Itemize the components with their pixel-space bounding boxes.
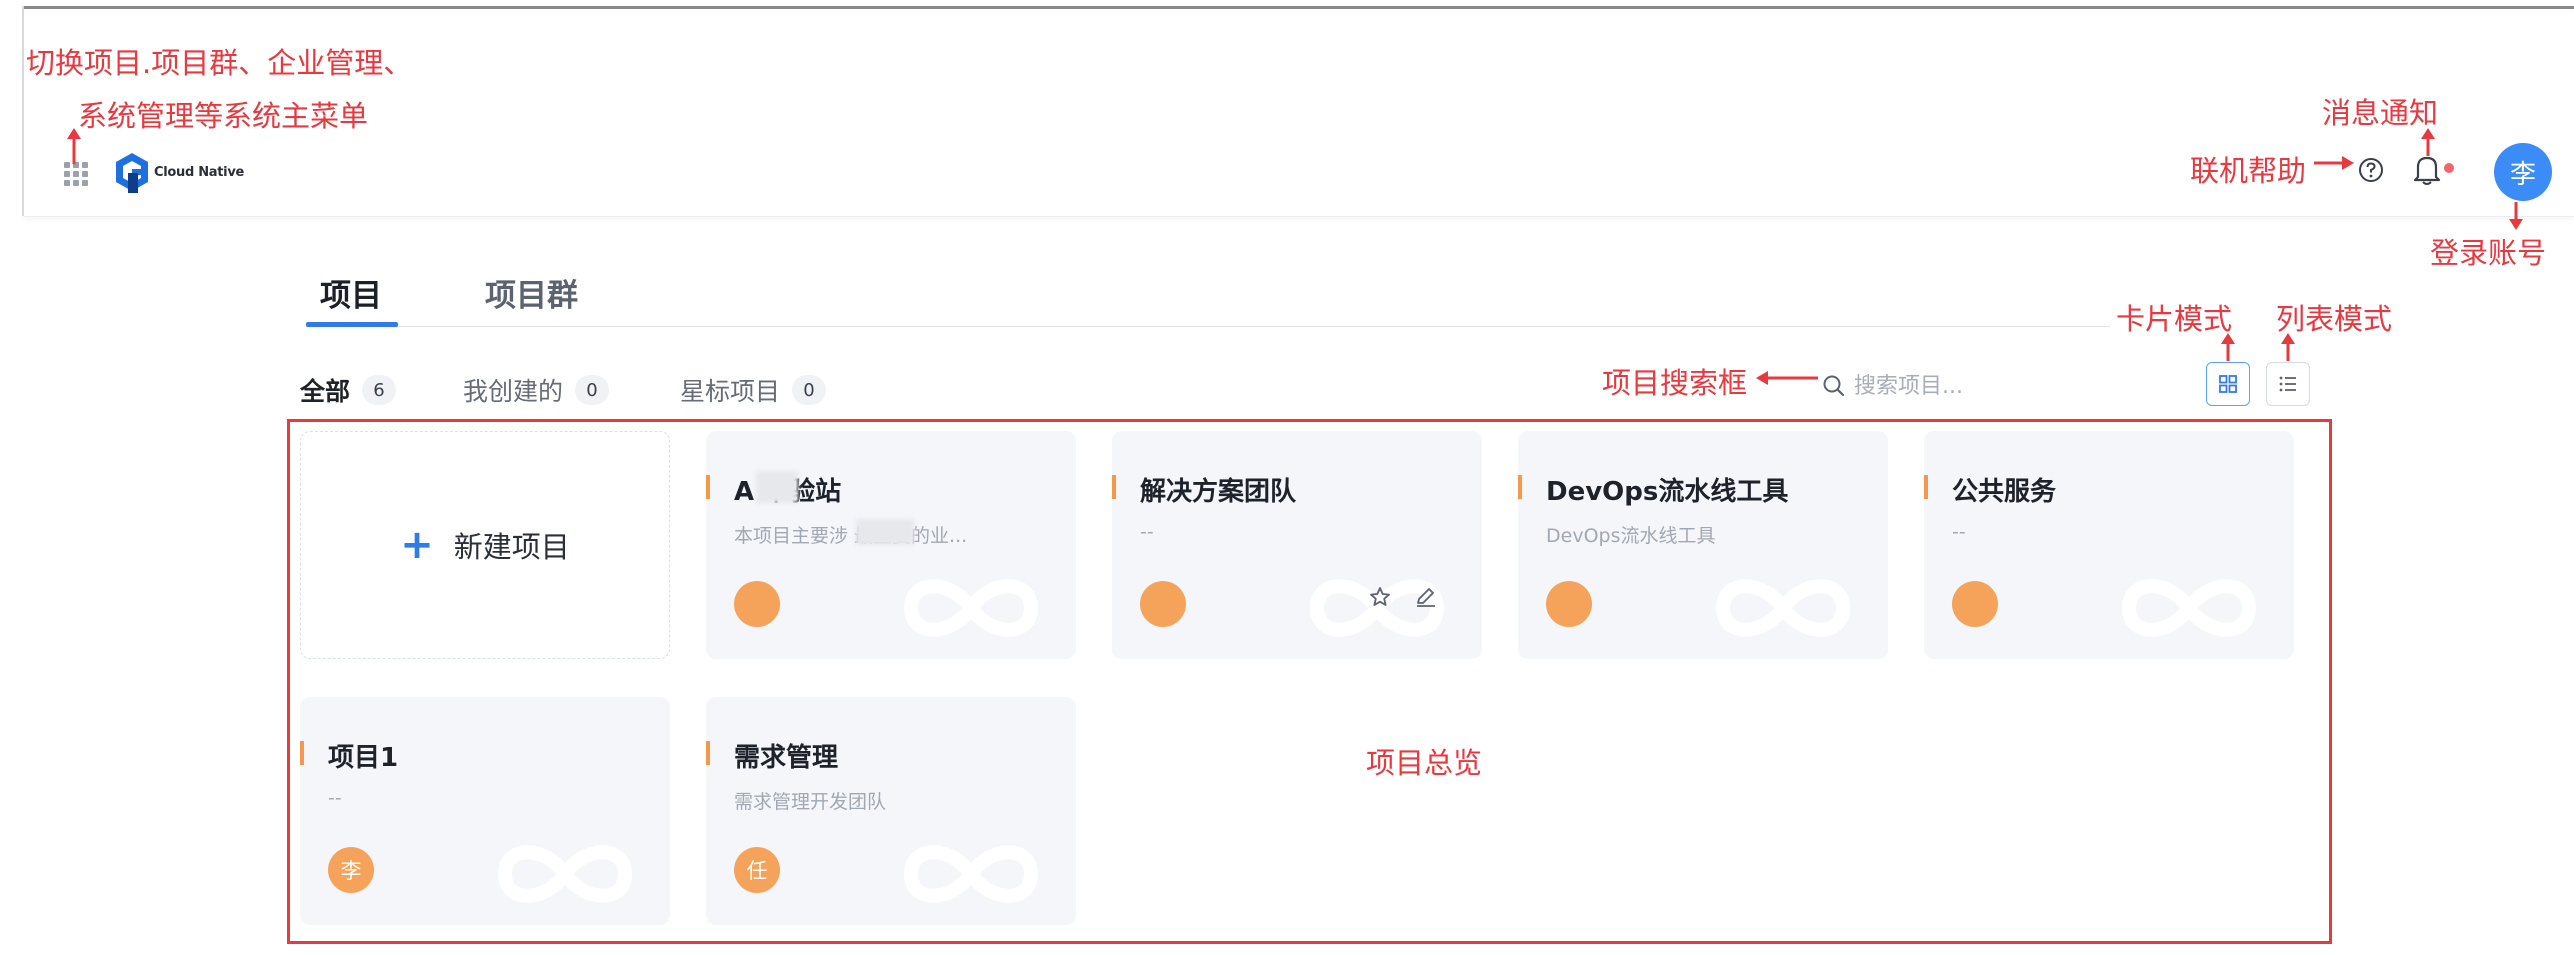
filter-starred[interactable]: 星标项目 0 <box>680 372 827 408</box>
search-icon <box>1823 375 1845 397</box>
annotation-list-mode: 列表模式 <box>2276 302 2393 336</box>
annotation-switch-menu-line2: 系统管理等系统主菜单 <box>78 99 369 133</box>
card-view-button[interactable] <box>2206 362 2250 406</box>
tab-project[interactable]: 项目 <box>320 270 382 315</box>
notification-dot <box>2444 163 2454 173</box>
project-search <box>1822 368 2162 404</box>
annotation-overview: 项目总览 <box>1366 746 1483 780</box>
arrow-left-icon <box>1756 371 1818 385</box>
arrow-right-icon <box>2314 156 2354 170</box>
logo-text: Cloud Native <box>154 164 245 180</box>
annotation-switch-menu: 切换项目.项目群、企业管理、 <box>26 46 413 80</box>
filter-label: 全部 <box>300 377 351 406</box>
search-input[interactable] <box>1854 373 2114 399</box>
page: Cloud Native 李 项目 项目群 全部 6 我创建的 0 星标项目 0 <box>0 0 2574 955</box>
filter-label: 我创建的 <box>463 377 564 406</box>
filter-label: 星标项目 <box>680 377 781 406</box>
annotation-card-mode: 卡片模式 <box>2116 302 2233 336</box>
logo[interactable]: Cloud Native <box>114 151 244 193</box>
overview-highlight-box <box>287 419 2332 944</box>
help-icon[interactable] <box>2358 157 2384 183</box>
list-view-button[interactable] <box>2266 362 2310 406</box>
filter-created-by-me[interactable]: 我创建的 0 <box>463 372 610 408</box>
list-view-icon <box>2279 376 2296 392</box>
annotation-notifications: 消息通知 <box>2322 96 2439 130</box>
annotation-search-box: 项目搜索框 <box>1602 366 1748 400</box>
filter-count: 6 <box>362 375 397 405</box>
arrow-up-icon <box>2421 128 2435 156</box>
filter-count: 0 <box>575 375 610 405</box>
arrow-up-icon <box>67 128 81 164</box>
filter-all[interactable]: 全部 6 <box>300 372 397 408</box>
grid-view-icon <box>2219 375 2237 393</box>
filter-count: 0 <box>792 375 827 405</box>
annotation-help: 联机帮助 <box>2190 154 2307 188</box>
active-tab-indicator <box>306 322 398 327</box>
arrow-up-icon <box>2281 333 2295 361</box>
arrow-down-icon <box>2509 202 2523 230</box>
tab-project-group[interactable]: 项目群 <box>485 270 578 315</box>
tab-divider <box>306 326 2110 327</box>
user-avatar[interactable]: 李 <box>2494 143 2552 201</box>
arrow-up-icon <box>2221 333 2235 361</box>
window-border-left <box>22 6 24 216</box>
annotation-login-account: 登录账号 <box>2430 236 2547 270</box>
cloud-native-logo-icon <box>116 153 148 193</box>
